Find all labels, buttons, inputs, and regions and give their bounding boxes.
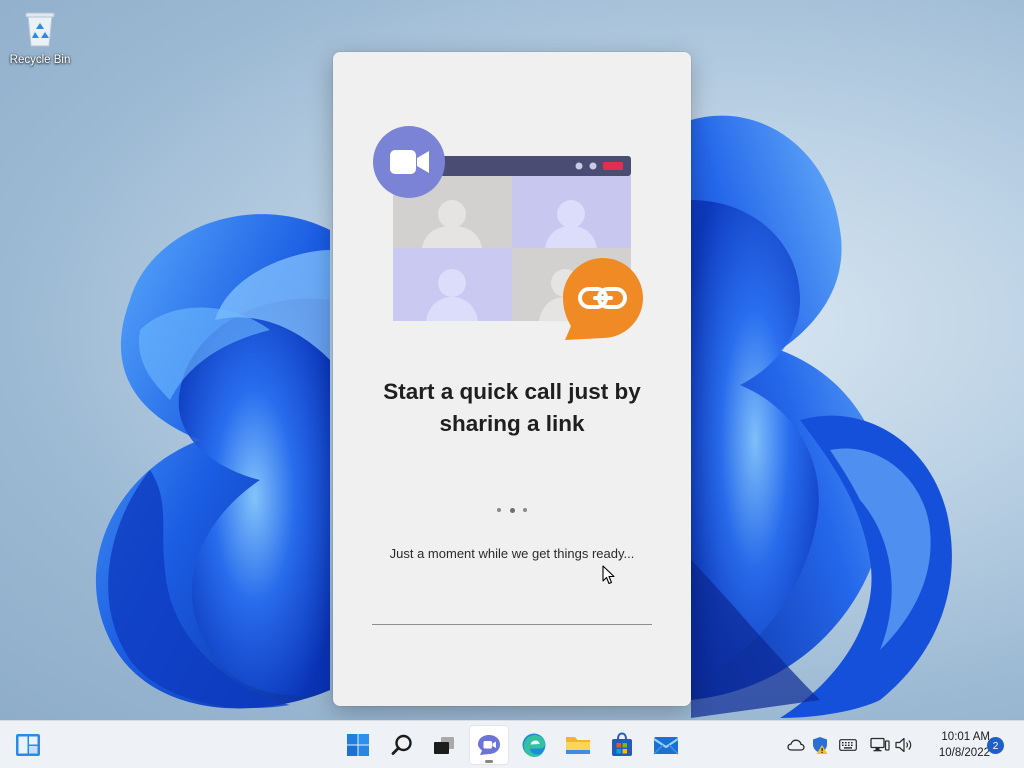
progress-track (372, 624, 652, 625)
widgets-button[interactable] (8, 725, 48, 765)
desktop-icon-recycle-bin[interactable]: Recycle Bin (6, 8, 74, 78)
taskbar: 10:01 AM 10/8/2022 2 (0, 720, 1024, 768)
call-illustration (373, 126, 645, 344)
widgets-icon (16, 734, 40, 756)
clock-date: 10/8/2022 (938, 747, 990, 759)
loading-dot (497, 508, 501, 512)
store-button[interactable] (602, 725, 642, 765)
mouse-cursor-icon (602, 565, 616, 585)
loading-dots (497, 507, 527, 513)
search-button[interactable] (382, 725, 422, 765)
link-icon (563, 258, 643, 340)
loading-dot (509, 507, 515, 513)
headline-line-2: sharing a link (439, 411, 585, 436)
search-icon (391, 734, 412, 755)
system-clock[interactable]: 10:01 AM 10/8/2022 (920, 729, 990, 761)
teams-chat-icon (478, 735, 500, 755)
edge-icon (522, 733, 546, 757)
mail-button[interactable] (646, 725, 686, 765)
chat-button[interactable] (469, 725, 509, 765)
teams-splash-window: Start a quick call just by sharing a lin… (333, 52, 691, 706)
store-icon (612, 732, 632, 756)
volume-icon[interactable] (894, 735, 914, 755)
folder-icon (566, 737, 590, 754)
video-camera-icon (373, 126, 445, 198)
recycle-bin-icon (22, 8, 58, 48)
task-view-icon (434, 737, 454, 754)
status-text: Just a moment while we get things ready.… (389, 546, 635, 561)
network-icon[interactable] (870, 735, 890, 755)
notification-center-badge[interactable]: 2 (987, 737, 1004, 754)
loading-dot (523, 508, 527, 512)
headline-line-1: Start a quick call just by (383, 379, 641, 404)
file-explorer-button[interactable] (558, 725, 598, 765)
security-warning-icon[interactable] (810, 735, 830, 755)
onedrive-icon[interactable] (786, 735, 806, 755)
task-view-button[interactable] (424, 725, 464, 765)
clock-time: 10:01 AM (941, 731, 990, 743)
start-button[interactable] (338, 725, 378, 765)
windows-start-icon (347, 734, 369, 756)
splash-headline: Start a quick call just by sharing a lin… (353, 376, 671, 440)
keyboard-icon[interactable] (838, 735, 858, 755)
mail-icon (653, 737, 679, 755)
desktop-icon-label: Recycle Bin (9, 54, 71, 66)
edge-button[interactable] (514, 725, 554, 765)
